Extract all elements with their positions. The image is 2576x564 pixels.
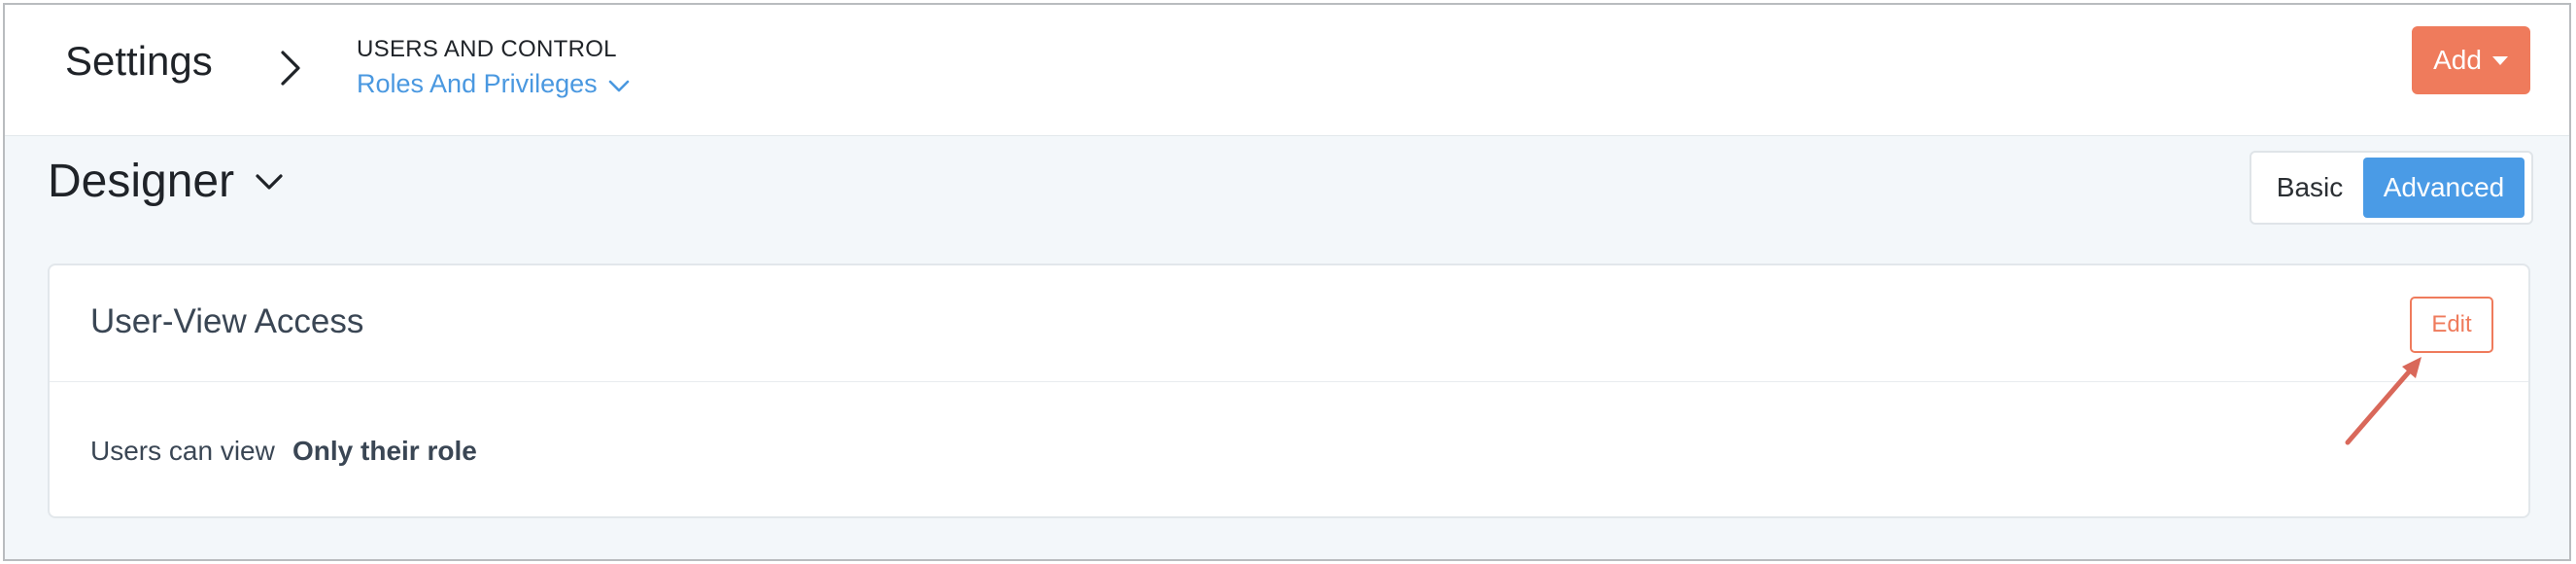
add-button-label: Add <box>2433 45 2482 75</box>
top-bar: Settings USERS AND CONTROL Roles And Pri… <box>5 5 2569 136</box>
chevron-right-icon <box>281 51 300 86</box>
add-button[interactable]: Add <box>2412 26 2530 94</box>
annotation-arrow-icon <box>2345 357 2421 445</box>
toggle-advanced-button[interactable]: Advanced <box>2363 158 2524 218</box>
card-title: User-View Access <box>90 302 364 340</box>
breadcrumb-current-label: Roles And Privileges <box>357 69 598 98</box>
user-view-access-card: User-View Access Edit Users can view Onl… <box>48 264 2530 518</box>
breadcrumb-section[interactable]: USERS AND CONTROL <box>357 36 617 63</box>
card-header: User-View Access Edit <box>50 265 2528 382</box>
toggle-basic-button[interactable]: Basic <box>2256 158 2363 218</box>
edit-button[interactable]: Edit <box>2410 297 2493 353</box>
setting-value: Only their role <box>292 436 477 466</box>
view-mode-toggle: Basic Advanced <box>2250 151 2533 225</box>
app-window: Settings USERS AND CONTROL Roles And Pri… <box>3 3 2571 561</box>
caret-down-icon <box>2491 56 2508 65</box>
role-name: Designer <box>48 156 235 207</box>
role-selector[interactable]: Designer <box>48 155 285 208</box>
setting-label: Users can view <box>90 436 275 466</box>
breadcrumb-current-dropdown[interactable]: Roles And Privileges <box>357 69 631 99</box>
page-title: Settings <box>65 38 213 84</box>
chevron-down-icon <box>608 80 629 91</box>
chevron-down-icon <box>256 173 283 190</box>
